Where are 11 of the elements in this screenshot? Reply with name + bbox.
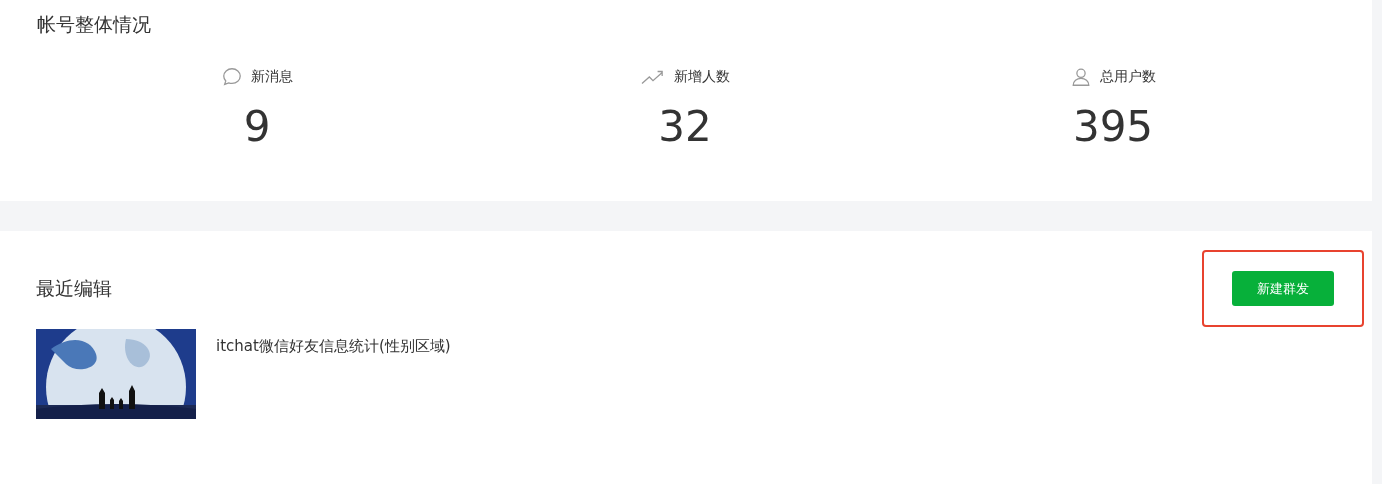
article-title[interactable]: itchat微信好友信息统计(性别区域) bbox=[216, 337, 451, 419]
user-icon bbox=[1070, 66, 1092, 88]
stat-value: 395 bbox=[1072, 102, 1154, 151]
stat-value: 9 bbox=[243, 102, 271, 151]
stat-value: 32 bbox=[658, 102, 712, 151]
section-title: 帐号整体情况 bbox=[37, 12, 152, 37]
speech-bubble-icon bbox=[221, 66, 243, 88]
section-title: 最近编辑 bbox=[36, 275, 112, 301]
stat-label: 新消息 bbox=[251, 68, 293, 86]
stat-label: 总用户数 bbox=[1100, 68, 1156, 86]
stat-label: 新增人数 bbox=[674, 68, 730, 86]
